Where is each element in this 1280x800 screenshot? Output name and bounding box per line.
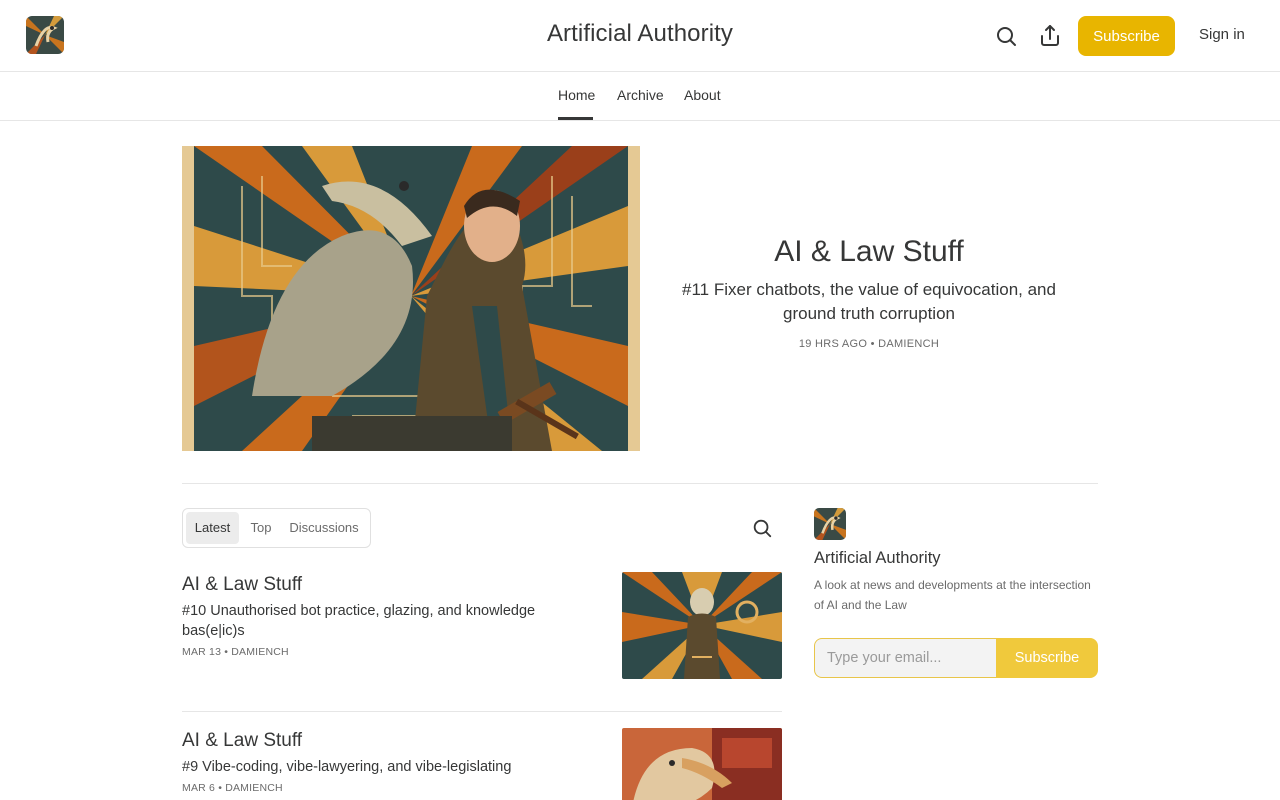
nav-active-indicator [558, 117, 593, 120]
search-icon[interactable] [751, 517, 773, 539]
publication-logo[interactable] [814, 508, 846, 540]
list-item[interactable]: AI & Law Stuff #10 Unauthorised bot prac… [182, 572, 782, 679]
publication-logo[interactable] [26, 16, 64, 54]
top-header: Artificial Authority Subscribe Sign in [0, 0, 1280, 72]
post-filter-tabs: Latest Top Discussions [182, 508, 371, 548]
sidebar-publication-title[interactable]: Artificial Authority [814, 549, 941, 568]
hero-post[interactable]: AI & Law Stuff #11 Fixer chatbots, the v… [660, 232, 1078, 350]
post-subtitle: #9 Vibe-coding, vibe-lawyering, and vibe… [182, 759, 512, 775]
hero-post-meta: 19 HRS AGO • DAMIENCH [798, 338, 940, 350]
header-subscribe-button[interactable]: Subscribe [1078, 16, 1175, 56]
post-thumbnail[interactable] [622, 572, 782, 679]
post-subtitle: #10 Unauthorised bot practice, glazing, … [182, 603, 536, 639]
section-divider [182, 483, 1098, 484]
post-thumbnail[interactable] [622, 728, 782, 800]
tab-latest[interactable]: Latest [186, 512, 239, 544]
publication-title[interactable]: Artificial Authority [547, 20, 733, 47]
subscribe-form: Subscribe [814, 638, 1098, 678]
main-nav: Home Archive About [0, 72, 1280, 121]
search-icon[interactable] [994, 24, 1018, 48]
tab-discussions[interactable]: Discussions [285, 512, 363, 544]
nav-home[interactable]: Home [558, 87, 595, 103]
nav-about[interactable]: About [684, 87, 721, 103]
tab-top[interactable]: Top [245, 512, 277, 544]
hero-post-subtitle: #11 Fixer chatbots, the value of equivoc… [682, 280, 1056, 323]
share-icon[interactable] [1038, 24, 1062, 48]
sign-in-link[interactable]: Sign in [1199, 26, 1245, 43]
list-item[interactable]: AI & Law Stuff #9 Vibe-coding, vibe-lawy… [182, 728, 782, 800]
sidebar-subscribe-button[interactable]: Subscribe [996, 638, 1098, 678]
nav-archive[interactable]: Archive [617, 87, 664, 103]
email-field[interactable] [814, 638, 996, 678]
hero-post-title[interactable]: AI & Law Stuff [660, 232, 1078, 272]
sidebar-publication-description: A look at news and developments at the i… [814, 578, 1091, 612]
hero-post-image[interactable] [182, 146, 640, 451]
list-separator [182, 711, 782, 712]
